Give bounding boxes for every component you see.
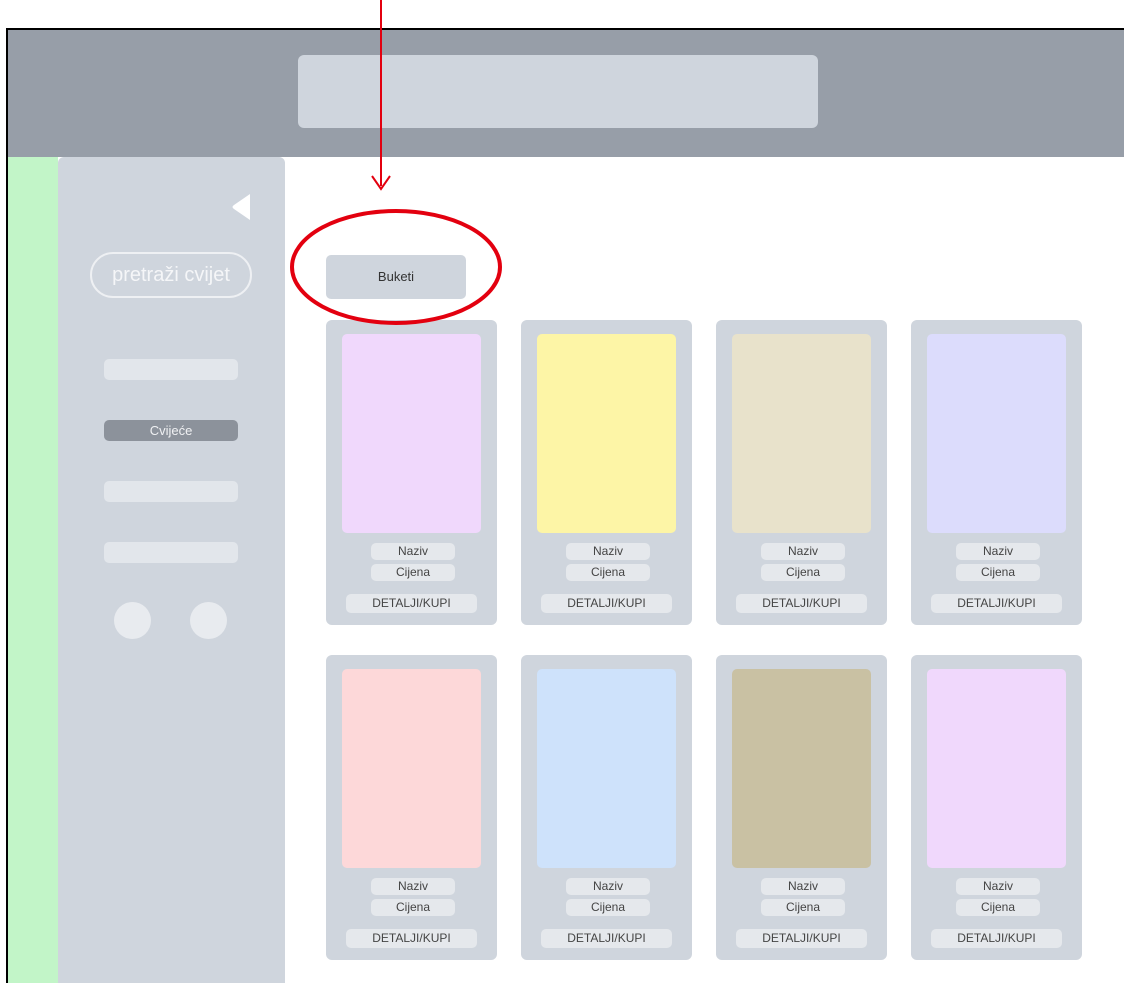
product-price: Cijena [371,564,455,581]
product-card[interactable]: Naziv Cijena DETALJI/KUPI [911,655,1082,960]
sidebar-item-3[interactable] [104,481,238,502]
product-image[interactable] [927,669,1066,868]
product-card[interactable]: Naziv Cijena DETALJI/KUPI [521,655,692,960]
sidebar-item-4[interactable] [104,542,238,563]
product-image[interactable] [342,669,481,868]
product-image[interactable] [732,669,871,868]
product-name: Naziv [371,878,455,895]
product-name: Naziv [761,878,845,895]
product-price: Cijena [956,564,1040,581]
product-price: Cijena [956,899,1040,916]
product-image[interactable] [342,334,481,533]
product-image[interactable] [537,334,676,533]
header-search-bar[interactable] [298,55,818,128]
details-buy-button[interactable]: DETALJI/KUPI [541,929,672,948]
product-name: Naziv [761,543,845,560]
product-price: Cijena [761,564,845,581]
product-card[interactable]: Naziv Cijena DETALJI/KUPI [521,320,692,625]
product-price: Cijena [566,564,650,581]
product-name: Naziv [566,878,650,895]
details-buy-button[interactable]: DETALJI/KUPI [931,929,1062,948]
side-accent-strip [8,157,58,983]
product-card[interactable]: Naziv Cijena DETALJI/KUPI [716,655,887,960]
category-button-buketi[interactable]: Buketi [326,255,466,299]
product-price: Cijena [566,899,650,916]
details-buy-button[interactable]: DETALJI/KUPI [346,929,477,948]
circle-button-right[interactable] [190,602,227,639]
app-window: pretraži cvijet Cvijeće Buketi Naziv Cije… [6,28,1124,983]
product-image[interactable] [927,334,1066,533]
details-buy-button[interactable]: DETALJI/KUPI [931,594,1062,613]
product-name: Naziv [371,543,455,560]
product-name: Naziv [566,543,650,560]
sidebar-item-cvijece[interactable]: Cvijeće [104,420,238,441]
product-price: Cijena [371,899,455,916]
product-name: Naziv [956,543,1040,560]
sidebar-item-1[interactable] [104,359,238,380]
details-buy-button[interactable]: DETALJI/KUPI [541,594,672,613]
circle-button-left[interactable] [114,602,151,639]
details-buy-button[interactable]: DETALJI/KUPI [346,594,477,613]
search-flower-button[interactable]: pretraži cvijet [90,252,252,298]
product-card[interactable]: Naziv Cijena DETALJI/KUPI [716,320,887,625]
product-card[interactable]: Naziv Cijena DETALJI/KUPI [326,655,497,960]
top-bar [8,30,1124,157]
details-buy-button[interactable]: DETALJI/KUPI [736,929,867,948]
product-name: Naziv [956,878,1040,895]
product-card[interactable]: Naziv Cijena DETALJI/KUPI [911,320,1082,625]
product-image[interactable] [732,334,871,533]
product-price: Cijena [761,899,845,916]
sidebar: pretraži cvijet Cvijeće [58,157,285,983]
collapse-sidebar-icon[interactable] [230,192,252,222]
details-buy-button[interactable]: DETALJI/KUPI [736,594,867,613]
product-image[interactable] [537,669,676,868]
product-card[interactable]: Naziv Cijena DETALJI/KUPI [326,320,497,625]
